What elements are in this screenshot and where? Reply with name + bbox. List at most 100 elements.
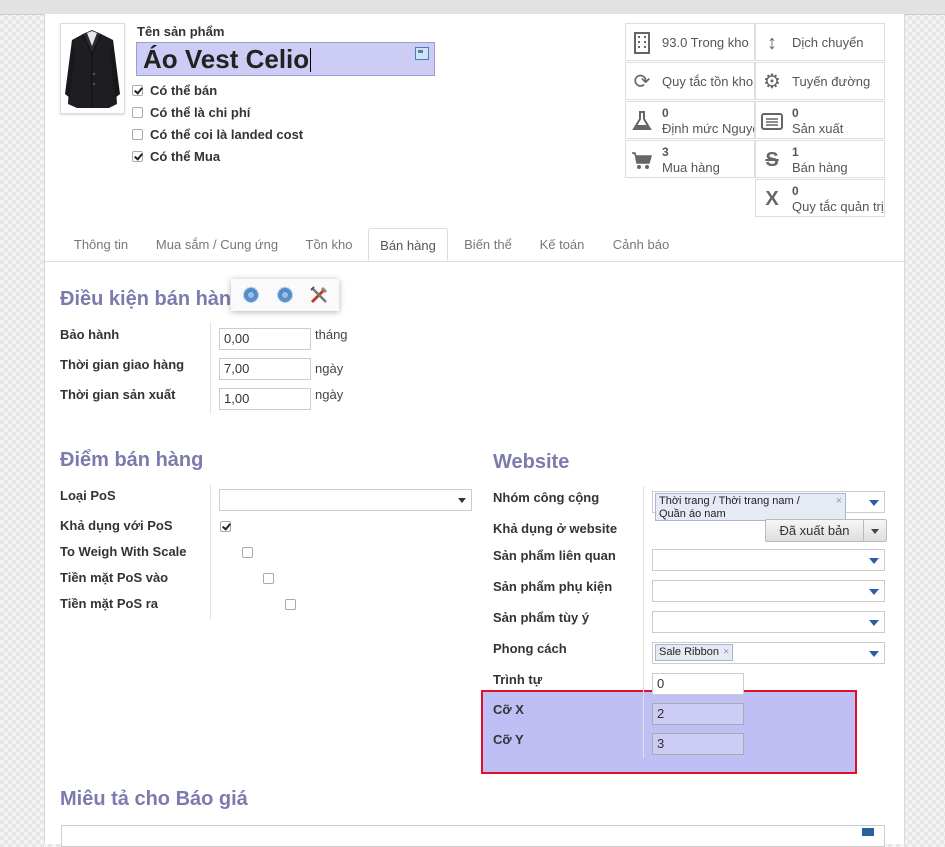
size-x-input[interactable]: 2	[652, 703, 744, 725]
chevron-down-icon	[869, 589, 879, 595]
x-logo-icon: X	[765, 188, 779, 210]
published-button[interactable]: Đã xuất bản	[765, 519, 864, 542]
to-weigh-label: To Weigh With Scale	[60, 544, 187, 559]
size-x-label: Cỡ X	[493, 702, 524, 717]
gear-icon[interactable]	[275, 282, 295, 307]
checkbox-icon[interactable]	[132, 85, 143, 96]
size-y-label: Cỡ Y	[493, 732, 524, 747]
gears-icon: ⚙	[763, 71, 781, 93]
tab-accounting[interactable]: Kế toán	[529, 228, 595, 261]
checkbox-can-be-sold[interactable]: Có thể bán	[132, 83, 217, 101]
warranty-unit: tháng	[315, 327, 348, 342]
accessory-products-label: Sản phẩm phụ kiện	[493, 579, 613, 594]
checkbox-landed-cost[interactable]: Có thể coi là landed cost	[132, 127, 303, 145]
checkbox-can-be-expensed[interactable]: Có thể là chi phí	[132, 105, 250, 123]
tab-warnings[interactable]: Cảnh báo	[601, 228, 681, 261]
translate-icon[interactable]	[415, 47, 429, 60]
delivery-lead-time-input[interactable]: 7,00	[219, 358, 311, 380]
to-weigh-checkbox[interactable]	[241, 547, 253, 558]
floating-toolbar	[231, 279, 339, 311]
smart-buttons: 93.0 Trong kho ↕ Dịch chuyển ⟳ Quy tắc t…	[625, 23, 887, 219]
pos-cash-in-checkbox[interactable]	[263, 573, 275, 584]
tab-procurement[interactable]: Mua sắm / Cung ứng	[148, 228, 286, 261]
tab-inventory[interactable]: Tồn kho	[295, 228, 363, 261]
bom-button[interactable]: 0 Định mức Nguyên	[625, 101, 755, 139]
strikethrough-s-icon: S	[765, 149, 779, 171]
style-tag[interactable]: Sale Ribbon ×	[655, 644, 734, 661]
building-icon	[631, 32, 653, 54]
pos-cash-in-label: Tiền mặt PoS vào	[60, 570, 169, 585]
accessory-products-field[interactable]	[652, 580, 885, 602]
delivery-lead-time-unit: ngày	[315, 361, 344, 376]
flask-icon	[631, 110, 653, 132]
manufacturing-lead-time-label: Thời gian sản xuất	[60, 387, 176, 402]
optional-products-label: Sản phẩm tùy ý	[493, 610, 590, 625]
suit-jacket-image	[65, 30, 120, 108]
checkbox-icon[interactable]	[132, 129, 143, 140]
optional-products-field[interactable]	[652, 611, 885, 633]
checkbox-icon[interactable]	[132, 151, 143, 162]
point-of-sale-title: Điểm bán hàng	[60, 449, 204, 471]
website-title: Website	[493, 451, 570, 473]
available-in-pos-checkbox[interactable]	[220, 521, 231, 532]
moves-button[interactable]: ↕ Dịch chuyển	[755, 23, 885, 61]
product-form-sheet: Tên sản phẩm Áo Vest Celio Có thể bán Có…	[44, 14, 905, 847]
product-name-value: Áo Vest Celio	[143, 44, 310, 74]
sequence-label: Trình tự	[493, 672, 543, 687]
pos-cash-out-checkbox[interactable]	[284, 599, 296, 610]
chevron-down-icon	[869, 558, 879, 564]
chevron-down-icon	[869, 620, 879, 626]
manufacturing-lead-time-input[interactable]: 1,00	[219, 388, 311, 410]
warranty-input[interactable]: 0,00	[219, 328, 311, 350]
divider	[643, 486, 644, 758]
published-dropdown-toggle[interactable]	[863, 519, 887, 542]
pos-category-select[interactable]	[219, 489, 472, 511]
purchases-button[interactable]: 3 Mua hàng	[625, 140, 755, 178]
divider	[210, 322, 211, 414]
warranty-label: Bảo hành	[60, 327, 120, 342]
refresh-icon: ⟳	[633, 71, 651, 93]
manufacturing-lead-time-unit: ngày	[315, 387, 344, 402]
remove-tag-icon[interactable]: ×	[836, 495, 842, 508]
divider	[210, 484, 211, 620]
notebook-tabs: Thông tin Mua sắm / Cung ứng Tồn kho Bán…	[45, 228, 904, 262]
gear-icon[interactable]	[241, 282, 261, 307]
tools-icon[interactable]	[309, 285, 329, 305]
tab-sales[interactable]: Bán hàng	[368, 228, 448, 261]
checkbox-can-be-purchased[interactable]: Có thể Mua	[132, 149, 220, 167]
product-name-input[interactable]: Áo Vest Celio	[136, 42, 435, 76]
management-rules-button[interactable]: X 0 Quy tắc quản trị	[755, 179, 885, 217]
remove-tag-icon[interactable]: ×	[723, 646, 729, 658]
pos-cash-out-label: Tiền mặt PoS ra	[60, 596, 159, 611]
available-in-pos-label: Khả dụng với PoS	[60, 518, 173, 533]
chevron-down-icon	[458, 498, 466, 503]
product-name-label: Tên sản phẩm	[137, 24, 225, 39]
list-icon	[761, 110, 783, 132]
reordering-rules-button[interactable]: ⟳ Quy tắc tồn kho	[625, 62, 755, 100]
tab-general-info[interactable]: Thông tin	[61, 228, 141, 261]
pos-category-label: Loại PoS	[60, 488, 116, 503]
public-category-tag[interactable]: Thời trang / Thời trang nam / × Quần áo n…	[655, 493, 846, 521]
production-button[interactable]: 0 Sản xuất	[755, 101, 885, 139]
vertical-arrows-icon: ↕	[767, 32, 777, 54]
cart-icon	[631, 149, 653, 171]
sequence-input[interactable]: 0	[652, 673, 744, 695]
sales-button[interactable]: S 1 Bán hàng	[755, 140, 885, 178]
related-products-field[interactable]	[652, 549, 885, 571]
chevron-down-icon	[869, 651, 879, 657]
routes-button[interactable]: ⚙ Tuyến đường	[755, 62, 885, 100]
size-y-input[interactable]: 3	[652, 733, 744, 755]
checkbox-icon[interactable]	[132, 107, 143, 118]
quote-description-editor[interactable]	[61, 825, 885, 847]
browser-top-bar	[0, 0, 945, 15]
tab-variants[interactable]: Biến thể	[453, 228, 523, 261]
chevron-down-icon	[869, 500, 879, 506]
sale-conditions-title: Điều kiện bán hàn	[60, 288, 232, 310]
available-on-website-label: Khả dụng ở website	[493, 521, 618, 536]
public-category-label: Nhóm công cộng	[493, 490, 600, 505]
editor-toolbar-icon[interactable]	[862, 828, 874, 836]
delivery-lead-time-label: Thời gian giao hàng	[60, 357, 185, 372]
related-products-label: Sản phẩm liên quan	[493, 548, 616, 563]
product-image[interactable]	[60, 23, 125, 114]
stock-button[interactable]: 93.0 Trong kho	[625, 23, 755, 61]
